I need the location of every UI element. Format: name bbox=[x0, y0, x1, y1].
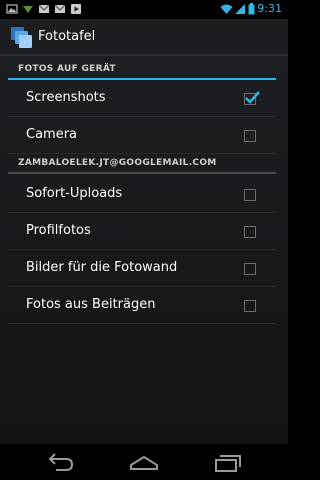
signal-icon bbox=[235, 4, 245, 14]
list-item-label: Fotos aus Beiträgen bbox=[26, 297, 156, 312]
checkbox-unchecked[interactable] bbox=[244, 300, 256, 312]
settings-list: FOTOS AUF GERÄT Screenshots Camera ZAMBA… bbox=[0, 56, 288, 444]
action-bar: Fototafel bbox=[0, 19, 288, 56]
list-item-label: Profilfotos bbox=[26, 223, 91, 238]
battery-icon bbox=[248, 3, 255, 15]
gmail-icon bbox=[54, 4, 66, 13]
navigation-bar bbox=[0, 444, 288, 480]
section-title: ZAMBALOELEK.JT@GOOGLEMAIL.COM bbox=[18, 158, 217, 168]
app-title: Fototafel bbox=[38, 29, 96, 44]
section-title: FOTOS AUF GERÄT bbox=[18, 64, 116, 74]
wifi-icon bbox=[220, 4, 233, 14]
download-icon bbox=[23, 6, 33, 13]
list-item-label: Bilder für die Fotowand bbox=[26, 260, 178, 275]
checkbox-unchecked[interactable] bbox=[244, 226, 256, 238]
list-item-wall-photos[interactable]: Bilder für die Fotowand bbox=[8, 250, 276, 287]
section-header-account: ZAMBALOELEK.JT@GOOGLEMAIL.COM bbox=[8, 154, 276, 174]
checkbox-checked[interactable] bbox=[244, 91, 260, 105]
recent-apps-icon[interactable] bbox=[212, 451, 244, 473]
status-bar: 9:31 bbox=[0, 0, 288, 19]
checkbox-unchecked[interactable] bbox=[244, 263, 256, 275]
image-icon bbox=[6, 4, 18, 14]
list-item-post-photos[interactable]: Fotos aus Beiträgen bbox=[8, 287, 276, 324]
home-icon[interactable] bbox=[128, 451, 160, 473]
list-item-instant-upload[interactable]: Sofort-Uploads bbox=[8, 176, 276, 213]
checkbox-unchecked[interactable] bbox=[244, 130, 256, 142]
list-item-label: Camera bbox=[26, 127, 78, 142]
check-icon bbox=[245, 91, 260, 104]
list-item-label: Sofort-Uploads bbox=[26, 186, 123, 201]
list-item-label: Screenshots bbox=[26, 90, 106, 105]
list-item-screenshots[interactable]: Screenshots bbox=[8, 80, 276, 117]
clock-time: 9:31 bbox=[257, 2, 282, 15]
list-item-camera[interactable]: Camera bbox=[8, 117, 276, 154]
list-item-profile-photos[interactable]: Profilfotos bbox=[8, 213, 276, 250]
section-header-device: FOTOS AUF GERÄT bbox=[8, 60, 276, 80]
photo-stack-icon[interactable] bbox=[10, 25, 34, 49]
back-icon[interactable] bbox=[44, 451, 76, 473]
checkbox-unchecked[interactable] bbox=[244, 189, 256, 201]
play-icon bbox=[71, 4, 81, 14]
gmail-icon bbox=[38, 4, 50, 13]
